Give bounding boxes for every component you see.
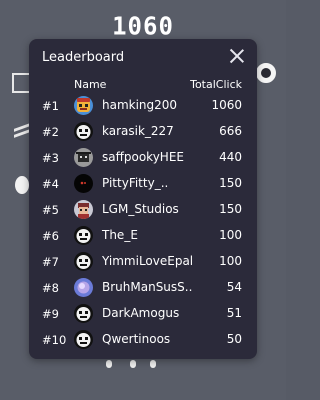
game-screen: 1060 Leaderboard Name TotalClick #1 hamk… [0,0,286,400]
rank-label: #6 [42,229,59,243]
default-robot-avatar-icon [74,226,93,245]
player-name: PittyFitty_.. [102,176,169,190]
player-total-clicks: 100 [219,254,242,268]
leaderboard-row: #4 PittyFitty_.. 150 [29,171,257,197]
player-total-clicks: 150 [219,176,242,190]
default-robot-avatar-icon [74,252,93,271]
column-header-name: Name [74,78,107,91]
default-robot-avatar-icon [74,330,93,349]
default-robot-avatar-icon [74,304,93,323]
player-name: hamking200 [102,98,178,112]
player-name: karasik_227 [102,124,174,138]
player-total-clicks: 50 [226,332,242,346]
background-left-dot [15,176,29,194]
pixel-character-avatar-icon [74,200,93,219]
leaderboard-row: #9 DarkAmogus 51 [29,301,257,327]
leaderboard-row: #6 The_E 100 [29,223,257,249]
background-left-icon [12,73,30,93]
rank-label: #4 [42,177,59,191]
default-robot-avatar-icon [74,122,93,141]
leaderboard-row: #7 YimmiLoveEpal 100 [29,249,257,275]
player-total-clicks: 51 [226,306,242,320]
cartoon-face-avatar-icon [74,96,93,115]
leaderboard-row: #8 BruhManSusS.. 54 [29,275,257,301]
player-total-clicks: 150 [219,202,242,216]
player-name: DarkAmogus [102,306,180,320]
close-icon[interactable] [229,48,245,64]
grey-hat-avatar-icon [74,148,93,167]
background-ring-icon[interactable] [256,63,276,83]
player-name: saffpookyHEE [102,150,184,164]
player-name: YimmiLoveEpal [102,254,194,268]
leaderboard-row: #1 hamking200 1060 [29,93,257,119]
background-left-stripes-icon [14,123,30,140]
leaderboard-row: #5 LGM_Studios 150 [29,197,257,223]
player-name: BruhManSusS.. [102,280,193,294]
dark-avatar-icon [74,174,93,193]
player-total-clicks: 440 [219,150,242,164]
player-total-clicks: 54 [226,280,242,294]
player-total-clicks: 666 [219,124,242,138]
rank-label: #10 [42,333,67,347]
player-name: Qwertinoos [102,332,171,346]
rank-label: #5 [42,203,59,217]
leaderboard-row: #10 Qwertinoos 50 [29,327,257,353]
column-header-totalclick: TotalClick [190,78,242,91]
leaderboard-header-row: Name TotalClick [29,78,257,92]
leaderboard-row: #2 karasik_227 666 [29,119,257,145]
player-total-clicks: 1060 [211,98,242,112]
background-bottom-dots [104,360,184,368]
rank-label: #3 [42,151,59,165]
rank-label: #9 [42,307,59,321]
player-name: LGM_Studios [102,202,179,216]
purple-blob-avatar-icon [74,278,93,297]
leaderboard-list: #1 hamking200 1060 #2 karasik_227 666 #3… [29,93,257,353]
player-name: The_E [102,228,138,242]
rank-label: #2 [42,125,59,139]
leaderboard-row: #3 saffpookyHEE 440 [29,145,257,171]
leaderboard-title: Leaderboard [42,50,125,65]
rank-label: #8 [42,281,59,295]
rank-label: #7 [42,255,59,269]
player-total-clicks: 100 [219,228,242,242]
rank-label: #1 [42,99,59,113]
background-score: 1060 [112,11,174,41]
leaderboard-modal: Leaderboard Name TotalClick #1 hamking20… [29,39,257,359]
